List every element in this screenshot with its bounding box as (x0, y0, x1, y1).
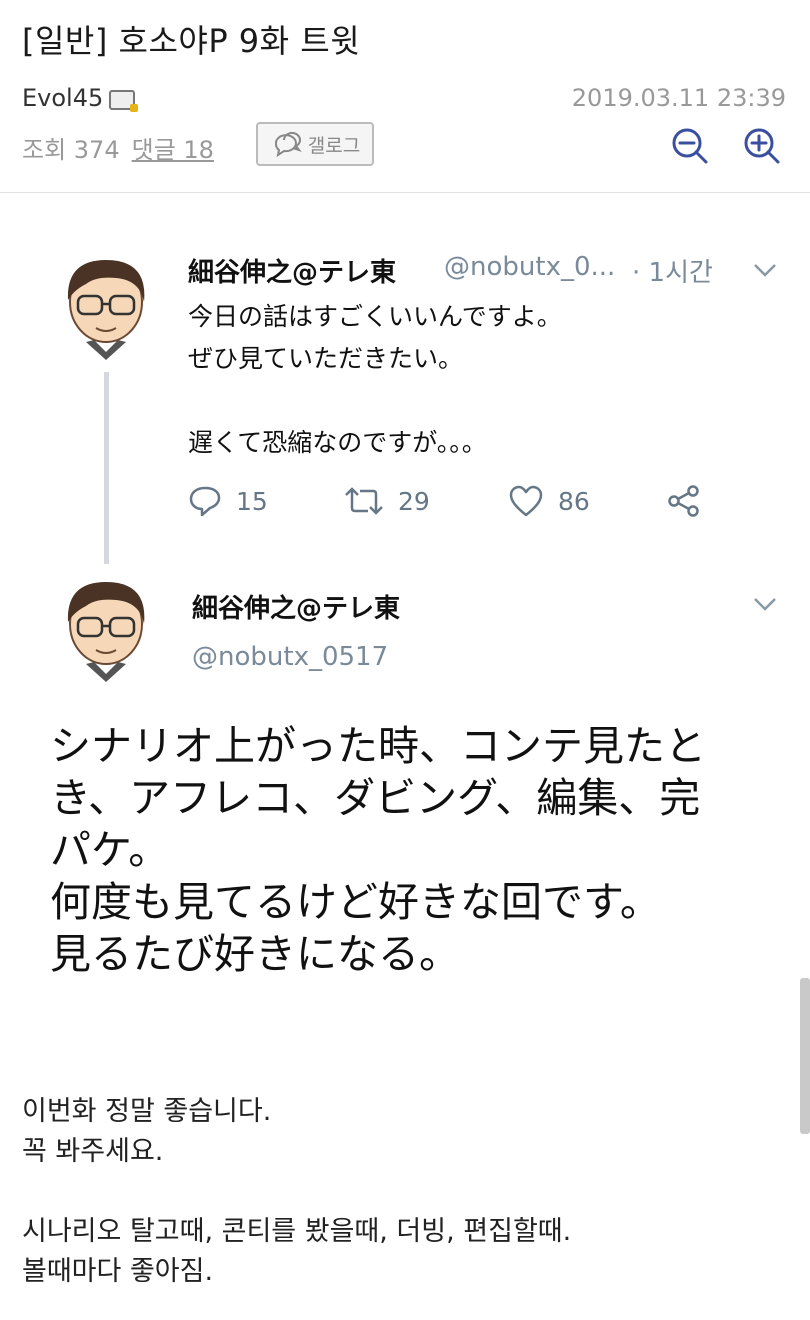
body-line: 꼭 봐주세요. (22, 1136, 164, 1167)
post-datetime: 2019.03.11 23:39 (571, 84, 786, 112)
post-stats: 조회 374 댓글 18 (22, 130, 214, 165)
author[interactable]: Evol45 (22, 84, 139, 112)
share-icon (668, 485, 699, 517)
like-icon (509, 485, 543, 517)
tweet-line: き、アフレコ、ダビング、編集、完 (50, 774, 701, 822)
body-line (22, 1172, 571, 1212)
like-button[interactable]: 86 (508, 484, 590, 518)
badge-icon (109, 90, 139, 112)
chevron-down-icon[interactable] (752, 596, 778, 612)
zoom-in-icon[interactable] (740, 124, 782, 166)
gallog-chat-icon (274, 131, 302, 158)
gallog-label: 갤로그 (307, 134, 361, 157)
gallog-button[interactable]: 갤로그 (256, 122, 374, 166)
avatar[interactable] (56, 572, 156, 682)
thread-line (104, 372, 109, 564)
body-line: 볼때마다 좋아짐. (22, 1256, 214, 1287)
tweet-text-large: シナリオ上がった時、コンテ見たと き、アフレコ、ダビング、編集、完 パケ。 何度… (50, 720, 790, 980)
comment-count-link[interactable]: 댓글 18 (132, 130, 214, 165)
tweet-time[interactable]: · 1시간 (632, 252, 713, 289)
view-count: 조회 374 (22, 136, 120, 164)
retweet-count: 29 (398, 486, 430, 516)
avatar[interactable] (56, 250, 156, 360)
author-name[interactable]: Evol45 (22, 84, 103, 112)
tweet-line: 今日の話はすごくいいんですよ。 (188, 302, 562, 331)
reply-count: 15 (236, 486, 268, 516)
tweet-author-name[interactable]: 細谷伸之@テレ東 (192, 588, 400, 625)
post-title: [일반] 호소야P 9화 트윗 (22, 22, 361, 60)
tweet-author-name[interactable]: 細谷伸之@テレ東 (188, 252, 396, 289)
retweet-icon (345, 487, 383, 515)
tweet-author-handle[interactable]: @nobutx_0... (444, 252, 624, 282)
tweet-actions: 15 29 86 (188, 484, 718, 524)
body-line: 이번화 정말 좋습니다. (22, 1096, 272, 1127)
chevron-down-icon[interactable] (752, 262, 778, 278)
tweet-line: シナリオ上がった時、コンテ見たと (50, 722, 706, 770)
tweet-text: 今日の話はすごくいいんですよ。 ぜひ見ていただきたい。 遅くて恐縮なのですが。。… (188, 296, 562, 464)
header-divider (0, 192, 810, 193)
scrollbar[interactable] (800, 978, 810, 1134)
post-body: 이번화 정말 좋습니다. 꼭 봐주세요. 시나리오 탈고때, 콘티를 봤을때, … (22, 1092, 571, 1292)
reply-icon (189, 486, 221, 517)
tweet-author-handle[interactable]: @nobutx_0517 (192, 642, 388, 672)
like-count: 86 (558, 486, 590, 516)
retweet-button[interactable]: 29 (344, 484, 430, 518)
tweet-line: 何度も見てるけど好きな回です。 (50, 878, 661, 926)
body-line: 시나리오 탈고때, 콘티를 봤을때, 더빙, 편집할때. (22, 1216, 572, 1247)
tweet-line: 見るたび好きになる。 (50, 930, 460, 978)
tweet-line: ぜひ見ていただきたい。 (188, 344, 464, 373)
reply-button[interactable]: 15 (188, 484, 268, 518)
share-button[interactable] (666, 484, 702, 518)
tweet-line: 遅くて恐縮なのですが。。。 (188, 428, 487, 457)
tweet-line (188, 380, 562, 422)
zoom-out-icon[interactable] (668, 124, 710, 166)
tweet-line: パケ。 (50, 826, 170, 874)
